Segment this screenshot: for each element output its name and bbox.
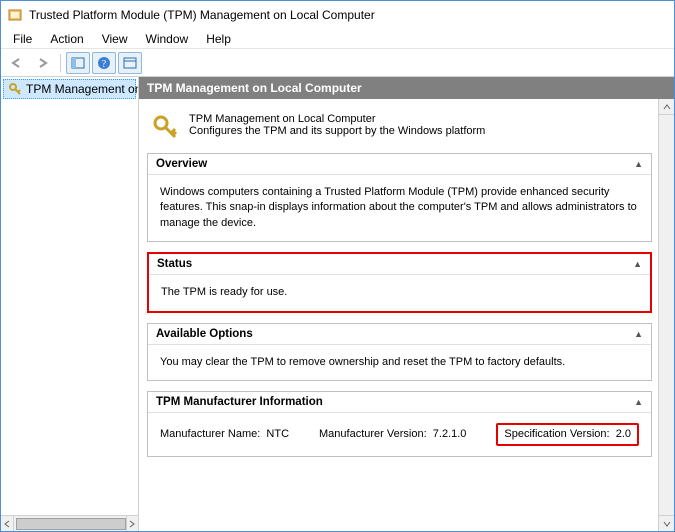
- section-options-header[interactable]: Available Options ▲: [148, 324, 651, 345]
- section-status: Status ▲ The TPM is ready for use.: [147, 252, 652, 312]
- menu-action[interactable]: Action: [42, 30, 91, 48]
- title-bar: Trusted Platform Module (TPM) Management…: [1, 1, 674, 29]
- tree-item-label: TPM Management on Local Computer: [26, 82, 139, 96]
- manufacturer-version: Manufacturer Version: 7.2.1.0: [319, 427, 466, 442]
- menu-window[interactable]: Window: [138, 30, 197, 48]
- collapse-icon: ▲: [633, 259, 642, 269]
- nav-forward-button[interactable]: [31, 52, 55, 74]
- section-mfr-title: TPM Manufacturer Information: [156, 396, 323, 408]
- scroll-down-icon[interactable]: [659, 515, 674, 531]
- section-options-body: You may clear the TPM to remove ownershi…: [148, 345, 651, 380]
- section-manufacturer-info: TPM Manufacturer Information ▲ Manufactu…: [147, 391, 652, 457]
- menu-file[interactable]: File: [5, 30, 40, 48]
- intro-block: TPM Management on Local Computer Configu…: [147, 105, 652, 153]
- main-body: TPM Management on Local Computer TPM Man…: [1, 77, 674, 531]
- menu-view[interactable]: View: [94, 30, 136, 48]
- tree-item-tpm-management[interactable]: TPM Management on Local Computer: [3, 79, 136, 99]
- section-available-options: Available Options ▲ You may clear the TP…: [147, 323, 652, 381]
- scroll-track[interactable]: [659, 115, 674, 515]
- intro-text: TPM Management on Local Computer Configu…: [189, 113, 485, 141]
- tree-horizontal-scrollbar[interactable]: [1, 515, 138, 531]
- menu-help[interactable]: Help: [198, 30, 239, 48]
- section-mfr-body: Manufacturer Name: NTC Manufacturer Vers…: [148, 413, 651, 456]
- properties-button[interactable]: [118, 52, 142, 74]
- section-overview-title: Overview: [156, 158, 207, 170]
- collapse-icon: ▲: [634, 397, 643, 407]
- section-overview-header[interactable]: Overview ▲: [148, 154, 651, 175]
- key-large-icon: [151, 113, 179, 141]
- app-icon: [7, 7, 23, 23]
- section-overview: Overview ▲ Windows computers containing …: [147, 153, 652, 242]
- collapse-icon: ▲: [634, 329, 643, 339]
- manufacturer-version-label: Manufacturer Version:: [319, 428, 427, 440]
- content-pane: TPM Management on Local Computer TPM Man…: [139, 77, 674, 531]
- content-pane-header: TPM Management on Local Computer: [139, 77, 674, 99]
- manufacturer-name: Manufacturer Name: NTC: [160, 427, 289, 442]
- scroll-up-icon[interactable]: [659, 99, 674, 115]
- scroll-left-icon[interactable]: [1, 516, 14, 531]
- section-options-title: Available Options: [156, 328, 253, 340]
- specification-version-value: 2.0: [616, 428, 631, 440]
- section-status-body: The TPM is ready for use.: [149, 275, 650, 310]
- collapse-icon: ▲: [634, 159, 643, 169]
- window-title: Trusted Platform Module (TPM) Management…: [29, 8, 375, 22]
- menu-bar: File Action View Window Help: [1, 29, 674, 49]
- scroll-track[interactable]: [14, 516, 126, 531]
- section-mfr-header[interactable]: TPM Manufacturer Information ▲: [148, 392, 651, 413]
- toolbar: ?: [1, 49, 674, 77]
- section-overview-body: Windows computers containing a Trusted P…: [148, 175, 651, 241]
- tree-pane: TPM Management on Local Computer: [1, 77, 139, 531]
- manufacturer-row: Manufacturer Name: NTC Manufacturer Vers…: [160, 423, 639, 446]
- specification-version-label: Specification Version:: [504, 428, 609, 440]
- intro-title: TPM Management on Local Computer: [189, 113, 485, 125]
- manufacturer-name-value: NTC: [266, 428, 289, 440]
- manufacturer-name-label: Manufacturer Name:: [160, 428, 260, 440]
- svg-text:?: ?: [102, 59, 107, 70]
- manufacturer-version-value: 7.2.1.0: [433, 428, 467, 440]
- toolbar-separator: [60, 54, 61, 72]
- specification-version: Specification Version: 2.0: [496, 423, 639, 446]
- nav-back-button[interactable]: [5, 52, 29, 74]
- help-button[interactable]: ?: [92, 52, 116, 74]
- show-hide-tree-button[interactable]: [66, 52, 90, 74]
- content-vertical-scrollbar[interactable]: [658, 99, 674, 531]
- intro-subtitle: Configures the TPM and its support by th…: [189, 125, 485, 137]
- section-status-title: Status: [157, 258, 192, 270]
- content-body: TPM Management on Local Computer Configu…: [139, 99, 674, 531]
- scroll-thumb[interactable]: [16, 518, 126, 530]
- section-status-header[interactable]: Status ▲: [149, 254, 650, 275]
- key-icon: [8, 82, 22, 96]
- scroll-right-icon[interactable]: [126, 516, 139, 531]
